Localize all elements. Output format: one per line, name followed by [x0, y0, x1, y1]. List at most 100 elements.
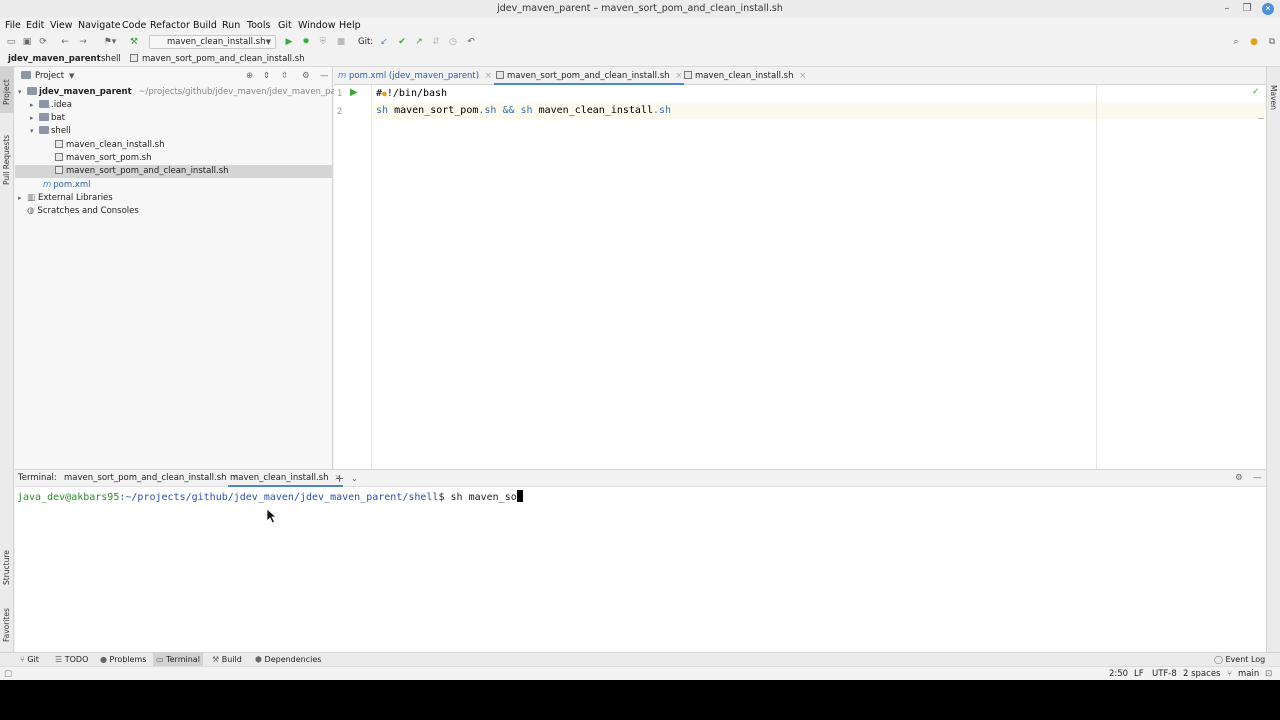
tool-terminal[interactable]: ▭ Terminal — [153, 653, 203, 667]
tab-maven-sort-pom-and-clean-install[interactable]: maven_sort_pom_and_clean_install.sh × — [494, 67, 685, 85]
caret-position[interactable]: 2:50 — [1109, 667, 1128, 681]
tab-pom-xml[interactable]: m pom.xml (jdev_maven_parent) × — [338, 67, 492, 85]
git-update-icon[interactable]: ↙ — [378, 36, 390, 48]
file-encoding[interactable]: UTF-8 — [1152, 667, 1177, 681]
chevron-down-icon[interactable]: ▼ — [69, 67, 74, 85]
gear-icon[interactable]: ⚙ — [1235, 470, 1243, 487]
project-view-selector[interactable]: Project — [35, 67, 64, 85]
back-icon[interactable]: ← — [59, 36, 71, 48]
open-folder-icon[interactable]: ▭ — [5, 36, 17, 48]
tree-item-pom[interactable]: m pom.xml — [15, 179, 333, 192]
close-tab-icon[interactable]: × — [799, 71, 806, 81]
breadcrumb-folder[interactable]: shell — [101, 51, 121, 67]
git-branch[interactable]: main — [1238, 667, 1259, 681]
terminal-input[interactable]: sh maven_so — [444, 492, 517, 503]
tab-maven-clean-install[interactable]: maven_clean_install.sh × — [684, 67, 806, 85]
minimize-icon[interactable]: – — [1221, 3, 1233, 15]
tool-dependencies[interactable]: ⬢ Dependencies — [255, 653, 321, 667]
run-icon[interactable]: ▶ — [283, 36, 295, 48]
terminal-panel[interactable]: java_dev@akbars95:~/projects/github/jdev… — [15, 487, 1266, 652]
run-gutter-icon[interactable]: ▶ — [350, 87, 358, 98]
collapse-all-icon[interactable]: ⇳ — [281, 67, 288, 85]
terminal-icon: ▭ — [156, 655, 164, 664]
git-branch-icon: ⑂ — [20, 655, 25, 664]
code-with-me-icon[interactable]: ⧉ — [1266, 36, 1278, 48]
tool-build[interactable]: ⚒ Build — [212, 653, 242, 667]
run-config-selector[interactable]: maven_clean_install.sh ▼ — [149, 35, 276, 49]
gear-icon[interactable]: ⚙ — [302, 67, 310, 85]
tree-item-external-libraries[interactable]: ▸ ▥ External Libraries — [15, 192, 333, 205]
sync-icon[interactable]: ⟳ — [37, 36, 49, 48]
menu-window[interactable]: Window — [298, 18, 335, 33]
inspection-ok-icon[interactable]: ✓ — [1252, 87, 1260, 97]
breadcrumb-root[interactable]: jdev_maven_parent — [8, 51, 101, 67]
lock-icon[interactable]: ⊡ — [1265, 667, 1272, 681]
stop-icon[interactable]: ■ — [335, 36, 347, 48]
status-toggle-icon[interactable]: ▢ — [4, 667, 12, 681]
menu-code[interactable]: Code — [122, 18, 146, 33]
coverage-icon[interactable]: ⛨ — [317, 36, 329, 48]
history-icon[interactable]: ◷ — [447, 36, 459, 48]
close-tab-icon[interactable]: × — [485, 71, 492, 81]
git-push-icon[interactable]: ↗ — [413, 36, 425, 48]
tree-item-scratches[interactable]: ◍ Scratches and Consoles — [15, 205, 333, 218]
add-terminal-icon[interactable]: + — [335, 470, 344, 487]
updates-icon[interactable]: ● — [1248, 36, 1260, 48]
menu-refactor[interactable]: Refactor — [150, 18, 190, 33]
tree-item-maven-sort-pom-and-clean-install[interactable]: maven_sort_pom_and_clean_install.sh — [15, 165, 333, 178]
expand-all-icon[interactable]: ⇕ — [263, 67, 270, 85]
tool-git[interactable]: ⑂ Git — [20, 653, 39, 667]
close-tab-icon[interactable]: × — [675, 71, 682, 81]
terminal-tab-sort-pom[interactable]: maven_sort_pom_and_clean_install.sh × — [64, 470, 239, 487]
tool-label: Terminal — [166, 655, 200, 664]
tree-root[interactable]: ▾ jdev_maven_parent ~/projects/github/jde… — [15, 86, 353, 99]
maximize-icon[interactable]: ❐ — [1241, 3, 1253, 15]
terminal-tab-clean-install[interactable]: maven_clean_install.sh × — [228, 470, 344, 487]
locate-icon[interactable]: ⊕ — [246, 67, 253, 85]
pull-requests-tool-tab[interactable]: Pull Requests — [2, 135, 11, 185]
tree-item-maven-clean-install[interactable]: maven_clean_install.sh — [15, 139, 333, 152]
tree-item-bat[interactable]: ▸ bat — [15, 112, 333, 125]
structure-tool-tab[interactable]: Structure — [2, 550, 11, 585]
indent-setting[interactable]: 2 spaces — [1183, 667, 1220, 681]
maven-tool-tab[interactable]: Maven — [1269, 85, 1278, 110]
tree-item-maven-sort-pom[interactable]: maven_sort_pom.sh — [15, 152, 333, 165]
debug-icon[interactable]: ✹ — [300, 36, 312, 48]
git-commit-icon[interactable]: ✔ — [396, 36, 408, 48]
forward-icon[interactable]: → — [77, 36, 89, 48]
folder-icon — [39, 113, 49, 121]
build-hammer-icon[interactable]: ⚒ — [128, 36, 140, 48]
vcs-dropdown-icon[interactable]: ⚑▾ — [100, 36, 120, 48]
close-icon[interactable]: ✕ — [1262, 3, 1274, 15]
tab-label: maven_sort_pom_and_clean_install.sh — [507, 71, 670, 81]
menu-edit[interactable]: Edit — [26, 18, 44, 33]
tool-event-log[interactable]: ◯ Event Log — [1214, 653, 1265, 667]
shell-file-icon — [55, 153, 63, 161]
project-tool-tab[interactable]: Project — [2, 79, 11, 105]
line-separator[interactable]: LF — [1134, 667, 1144, 681]
tree-item-idea[interactable]: ▸ .idea — [15, 99, 333, 112]
git-merge-icon[interactable]: ⇵ — [430, 36, 442, 48]
menu-navigate[interactable]: Navigate — [78, 18, 121, 33]
favorites-tool-tab[interactable]: Favorites — [2, 608, 11, 642]
rollback-icon[interactable]: ↶ — [465, 36, 477, 48]
save-all-icon[interactable]: ▣ — [21, 36, 33, 48]
menu-build[interactable]: Build — [193, 18, 217, 33]
menu-tools[interactable]: Tools — [247, 18, 270, 33]
menu-file[interactable]: File — [5, 18, 21, 33]
hide-icon[interactable]: — — [1253, 470, 1262, 487]
tree-item-shell[interactable]: ▾ shell — [15, 125, 333, 138]
mouse-pointer-icon — [266, 508, 278, 524]
hide-icon[interactable]: — — [320, 67, 329, 85]
menu-run[interactable]: Run — [222, 18, 240, 33]
code-editor[interactable]: 1 ▶ 2 #●!/bin/bash sh maven_sort_pom.sh … — [334, 85, 1266, 469]
search-icon[interactable]: ⌕ — [1230, 36, 1242, 48]
menu-view[interactable]: View — [50, 18, 73, 33]
toolbar: ▭ ▣ ⟳ ← → ⚑▾ ⚒ maven_clean_install.sh ▼ … — [0, 33, 1280, 51]
menu-help[interactable]: Help — [339, 18, 361, 33]
breadcrumb-file[interactable]: maven_sort_pom_and_clean_install.sh — [142, 51, 305, 67]
menu-git[interactable]: Git — [278, 18, 292, 33]
chevron-down-icon[interactable]: ⌄ — [351, 470, 358, 487]
tool-todo[interactable]: ☰ TODO — [55, 653, 88, 667]
tool-problems[interactable]: ● Problems — [100, 653, 146, 667]
